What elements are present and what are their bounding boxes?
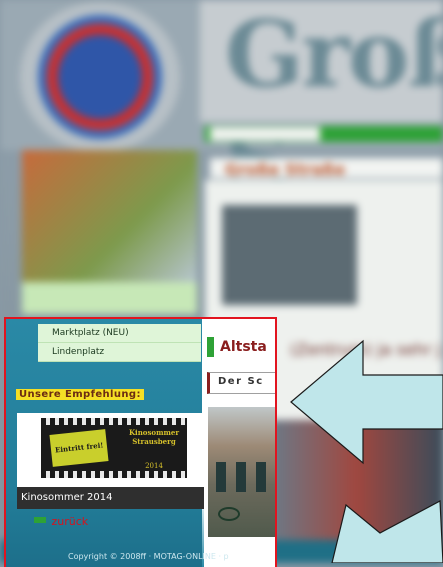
photo-window — [236, 462, 246, 492]
top-nav-tab — [210, 127, 320, 141]
content-pane: Altsta Der Sc — [204, 319, 275, 567]
content-image — [222, 205, 357, 305]
ticket-text: Eintritt frei! — [54, 440, 104, 455]
left-arrow-icon — [290, 339, 443, 465]
promo-card[interactable]: Eintritt frei! Kinosommer Strausberg 201… — [17, 413, 205, 509]
back-link-label[interactable]: zurück — [52, 515, 89, 528]
section-marker — [207, 337, 214, 357]
sidebar-header-image — [22, 150, 197, 285]
promo-brand: Kinosommer Strausberg — [128, 428, 180, 446]
sidebar-menu-box — [22, 282, 197, 314]
film-strip-top — [41, 418, 187, 425]
left-arrow-shape — [290, 339, 443, 465]
back-link[interactable]: zurück — [34, 515, 88, 528]
article-photo[interactable] — [208, 407, 275, 537]
back-arrow-icon — [34, 517, 46, 523]
bicycle-graphic — [218, 507, 240, 521]
footer-copyright: Copyright © 2008ff · MOTAG-ONLINE · p — [68, 552, 229, 561]
section-title: Altsta — [220, 339, 267, 355]
film-strip-bottom — [41, 471, 187, 478]
promo-caption[interactable]: Kinosommer 2014 — [17, 487, 205, 509]
submenu: Marktplatz (NEU) Lindenplatz — [38, 324, 201, 362]
submenu-item-lindenplatz[interactable]: Lindenplatz — [38, 343, 201, 362]
recommendation-label: Unsere Empfehlung: — [16, 389, 144, 400]
highlighted-region: Marktplatz (NEU) Lindenplatz Unsere Empf… — [4, 317, 277, 567]
ticket-graphic: Eintritt frei! — [49, 429, 109, 467]
promo-banner-image[interactable]: Eintritt frei! Kinosommer Strausberg 201… — [41, 418, 187, 478]
promo-year: 2014 — [145, 462, 163, 470]
up-left-arrow-icon — [331, 500, 443, 563]
submenu-item-marktplatz[interactable]: Marktplatz (NEU) — [38, 324, 201, 343]
up-left-arrow-shape — [331, 500, 443, 563]
photo-window — [256, 462, 266, 492]
subtitle: Der Sc — [218, 376, 264, 387]
subtitle-box: Der Sc — [207, 372, 275, 394]
photo-window — [216, 462, 226, 492]
city-seal-logo — [20, 2, 180, 152]
